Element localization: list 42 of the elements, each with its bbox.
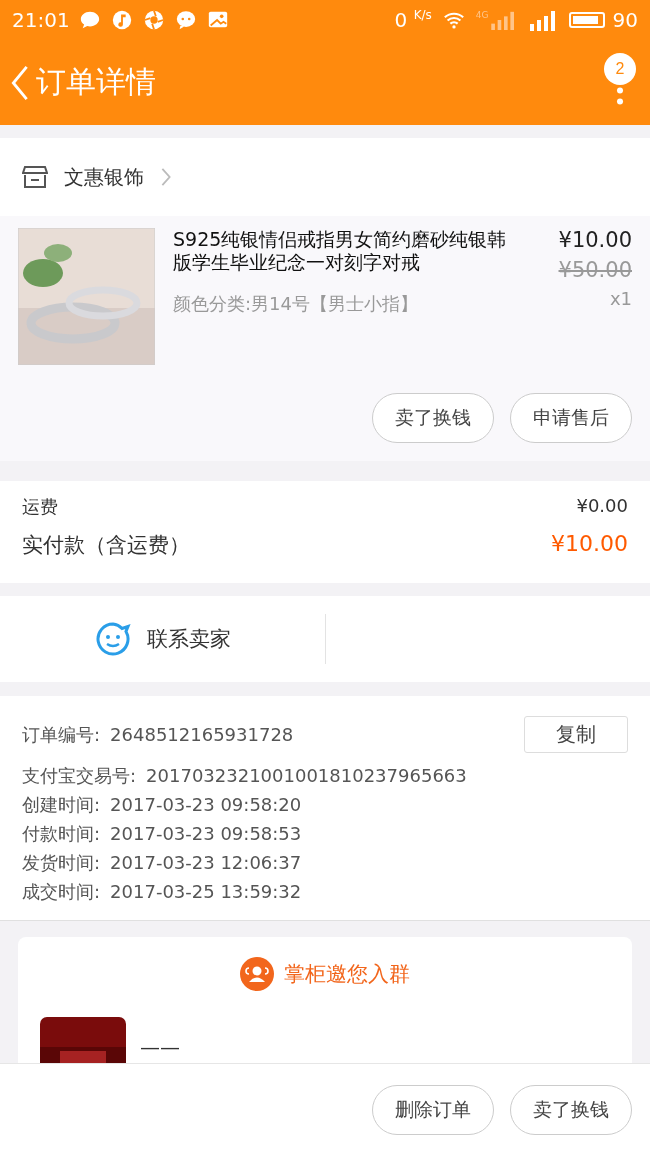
info-label: 发货时间: bbox=[22, 851, 101, 875]
fee-label: 运费 bbox=[22, 495, 58, 519]
info-label: 订单编号: bbox=[22, 723, 101, 747]
info-value: 2017-03-25 13:59:32 bbox=[110, 880, 302, 904]
info-label: 创建时间: bbox=[22, 793, 101, 817]
action-button[interactable]: 申请售后 bbox=[510, 393, 632, 443]
info-value: 2648512165931728 bbox=[110, 723, 294, 747]
info-value: 2017-03-23 12:06:37 bbox=[110, 851, 302, 875]
chat-face-icon bbox=[94, 621, 131, 657]
info-value: 2017032321001001810237965663 bbox=[146, 764, 467, 788]
fee-label: 实付款（含运费） bbox=[22, 532, 190, 559]
page-title: 订单详情 bbox=[36, 63, 156, 101]
network-speed: 0 $^{K/s}$ bbox=[394, 8, 432, 32]
original-price: ¥50.00 bbox=[558, 258, 632, 282]
battery-percent: 90 bbox=[612, 8, 638, 32]
store-icon bbox=[22, 165, 48, 189]
status-time: 21:01 bbox=[12, 8, 70, 32]
product-price: ¥10.00 bbox=[558, 228, 632, 252]
info-label: 支付宝交易号: bbox=[22, 764, 137, 788]
battery-icon bbox=[568, 12, 605, 28]
group-name: —— bbox=[140, 1035, 180, 1059]
action-button[interactable]: 卖了换钱 bbox=[510, 1084, 632, 1135]
group-people-icon bbox=[240, 957, 274, 991]
product-title[interactable]: S925纯银情侣戒指男女简约磨砂纯银韩版学生毕业纪念一对刻字对戒 bbox=[173, 228, 524, 274]
info-value: 2017-03-23 09:58:53 bbox=[110, 822, 302, 846]
shop-row[interactable]: 文惠银饰 bbox=[0, 138, 650, 216]
group-card-title: 掌柜邀您入群 bbox=[284, 961, 410, 988]
shop-name: 文惠银饰 bbox=[64, 163, 144, 191]
product-variant: 颜色分类:男14号【男士小指】 bbox=[173, 292, 419, 316]
action-button[interactable]: 删除订单 bbox=[372, 1084, 494, 1135]
copy-button[interactable]: 复制 bbox=[524, 716, 628, 753]
quantity: x1 bbox=[609, 288, 632, 309]
info-label: 付款时间: bbox=[22, 822, 101, 846]
fee-value: ¥0.00 bbox=[576, 495, 628, 518]
notification-badge: 2 bbox=[604, 52, 636, 85]
info-value: 2017-03-23 09:58:20 bbox=[110, 793, 302, 817]
chevron-right-icon bbox=[160, 167, 172, 187]
network-type: 4G bbox=[475, 10, 489, 20]
back-chevron-icon bbox=[10, 63, 30, 102]
action-button[interactable]: 卖了换钱 bbox=[372, 393, 494, 443]
info-label: 成交时间: bbox=[22, 880, 101, 904]
fee-value: ¥10.00 bbox=[551, 531, 628, 558]
